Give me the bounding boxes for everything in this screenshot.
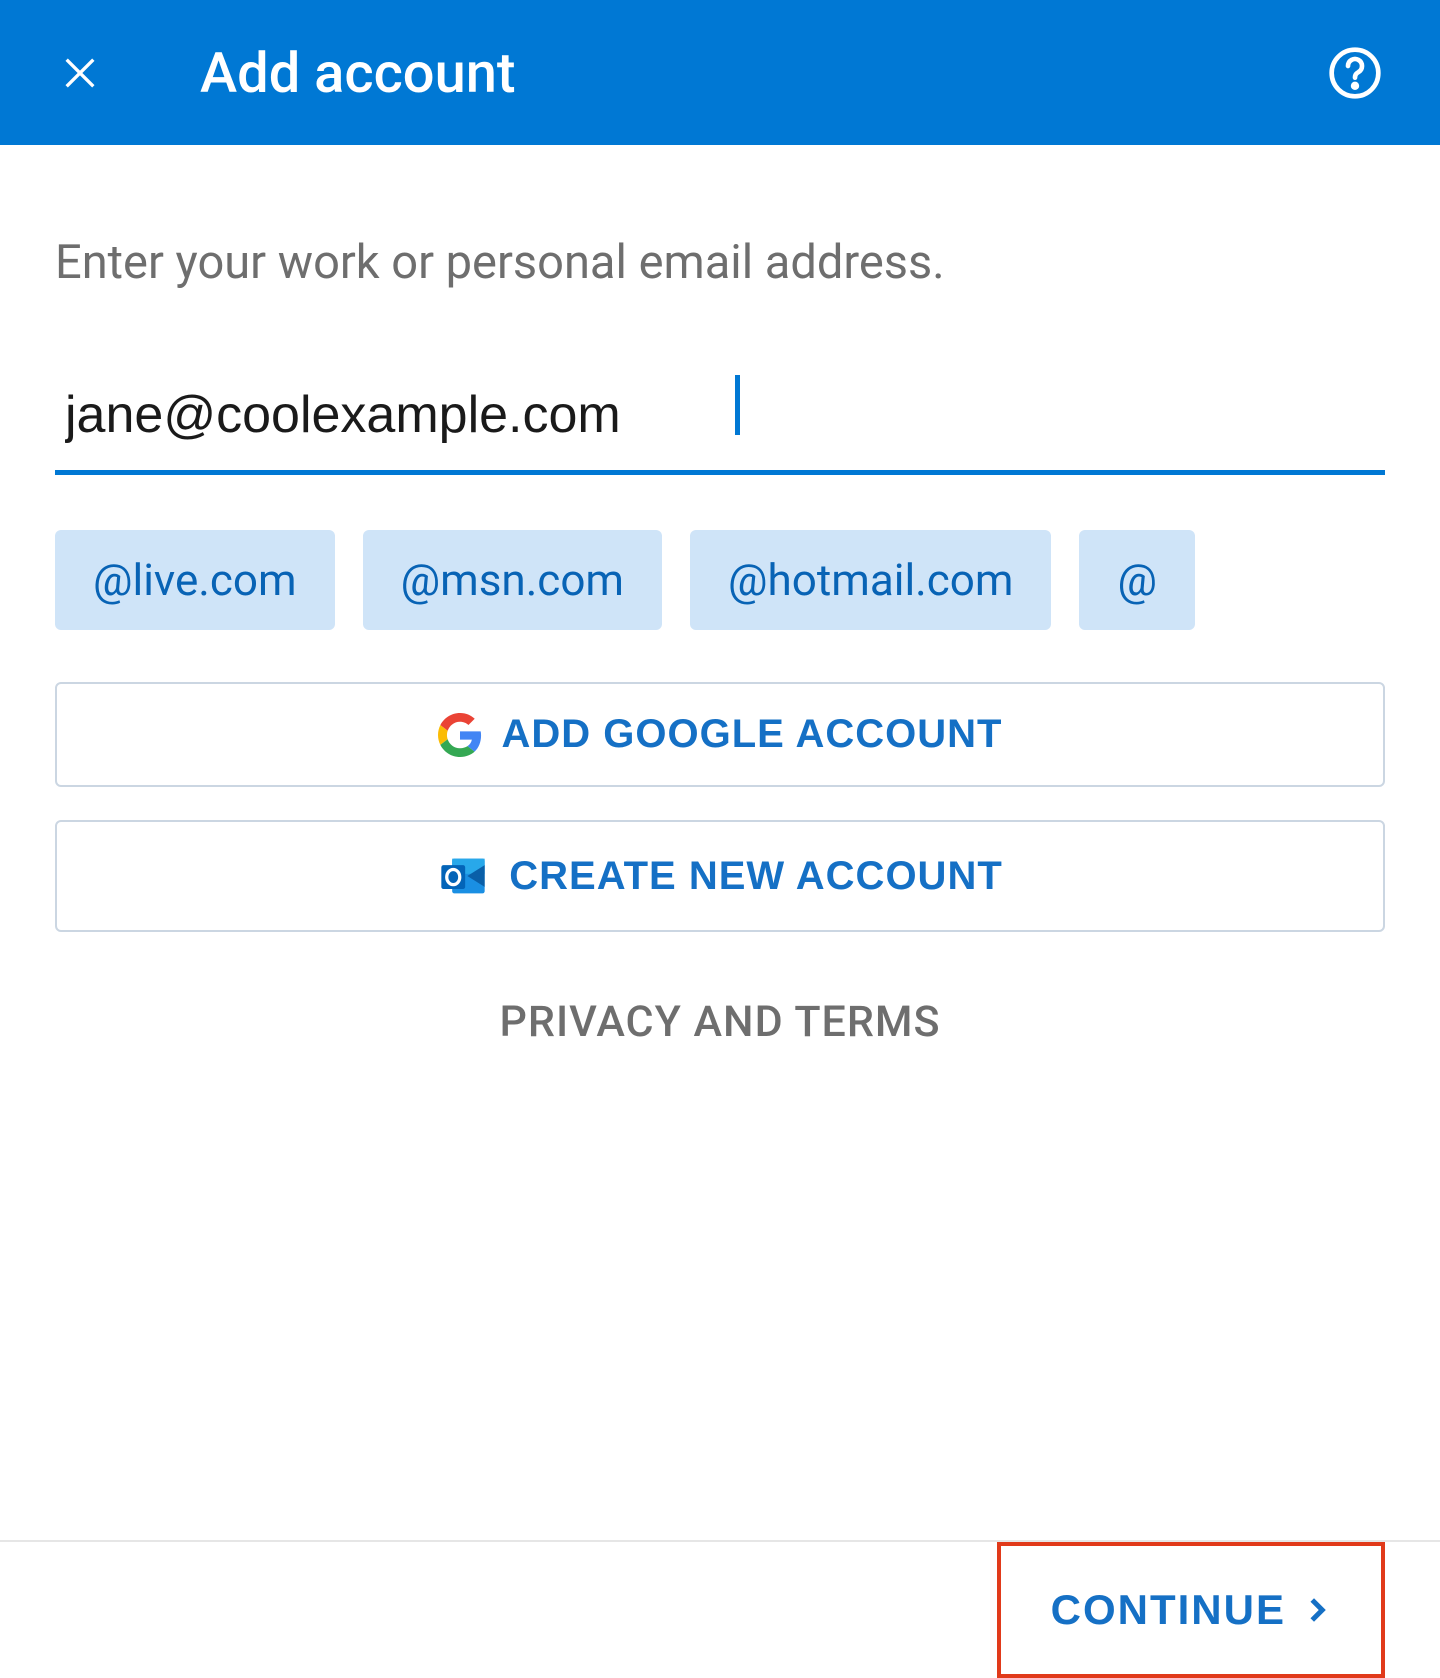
create-new-account-button[interactable]: CREATE NEW ACCOUNT (55, 820, 1385, 932)
add-google-account-button[interactable]: ADD GOOGLE ACCOUNT (55, 682, 1385, 787)
help-icon (1327, 45, 1383, 101)
suggestion-chip-more[interactable]: @ (1079, 530, 1195, 630)
close-button[interactable] (55, 48, 105, 98)
suggestion-chip-hotmail[interactable]: @hotmail.com (690, 530, 1051, 630)
footer-bar: CONTINUE (0, 1540, 1440, 1542)
privacy-terms-link[interactable]: PRIVACY AND TERMS (55, 997, 1385, 1047)
add-google-account-label: ADD GOOGLE ACCOUNT (502, 712, 1003, 757)
outlook-icon (437, 850, 489, 902)
page-title: Add account (200, 40, 516, 106)
main-content: Enter your work or personal email addres… (0, 235, 1440, 1047)
continue-button[interactable]: CONTINUE (997, 1542, 1385, 1678)
suggestion-chip-live[interactable]: @live.com (55, 530, 335, 630)
email-field[interactable] (55, 375, 1385, 475)
chevron-right-icon (1301, 1595, 1331, 1625)
continue-button-label: CONTINUE (1051, 1586, 1286, 1634)
close-icon (60, 53, 100, 93)
instruction-text: Enter your work or personal email addres… (55, 235, 1385, 290)
header-bar: Add account (0, 0, 1440, 145)
google-icon (438, 713, 482, 757)
domain-suggestions: @live.com @msn.com @hotmail.com @ (55, 530, 1385, 630)
help-button[interactable] (1325, 43, 1385, 103)
text-cursor (735, 375, 740, 435)
create-new-account-label: CREATE NEW ACCOUNT (509, 854, 1003, 899)
suggestion-chip-msn[interactable]: @msn.com (363, 530, 662, 630)
email-input-wrapper (55, 375, 1385, 475)
